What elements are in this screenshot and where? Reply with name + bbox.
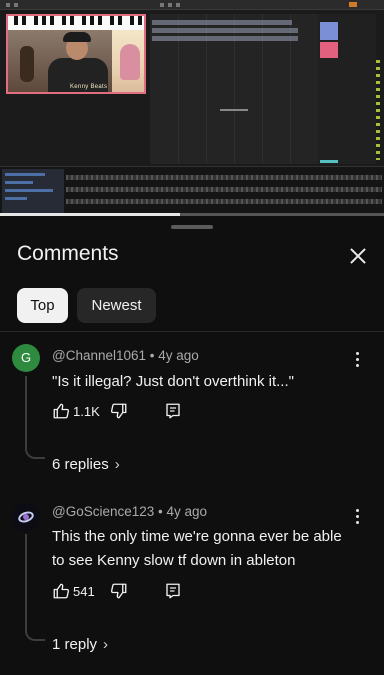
view-replies-link[interactable]: 6 replies › <box>52 456 120 473</box>
drag-handle[interactable] <box>171 225 213 229</box>
like-button[interactable]: 1.1K <box>52 401 102 423</box>
view-replies-link[interactable]: 1 reply › <box>52 636 108 653</box>
like-count: 541 <box>73 584 95 599</box>
reply-icon <box>166 403 180 419</box>
webcam-overlay: Kenny Beats <box>6 14 146 94</box>
daw-arrangement-view <box>150 14 318 164</box>
thumbs-up-icon <box>53 583 70 599</box>
like-button[interactable]: 541 <box>52 581 102 603</box>
reply-button[interactable] <box>164 401 184 423</box>
video-player[interactable]: Kenny Beats <box>0 0 384 216</box>
dislike-button[interactable] <box>110 401 130 423</box>
divider <box>0 331 384 332</box>
more-options-icon[interactable] <box>350 349 366 369</box>
thumbs-down-icon <box>110 583 127 599</box>
comment-meta: @Channel1061 • 4y ago <box>52 348 199 363</box>
space-avatar-icon[interactable] <box>12 503 40 531</box>
chevron-right-icon: › <box>114 456 120 473</box>
tab-newest[interactable]: Newest <box>77 288 156 323</box>
clip-block <box>320 42 338 58</box>
reply-button[interactable] <box>164 581 184 603</box>
comments-sheet: Comments Top Newest G @Channel1061 • 4y … <box>0 216 384 675</box>
like-count: 1.1K <box>73 404 100 419</box>
dislike-button[interactable] <box>110 581 130 603</box>
close-icon[interactable] <box>344 242 372 270</box>
daw-detail-view <box>0 166 384 216</box>
replies-count: 6 replies <box>52 456 109 473</box>
thumbs-down-icon <box>110 403 127 419</box>
sheet-title: Comments <box>17 242 119 265</box>
tab-top[interactable]: Top <box>17 288 68 323</box>
clip-block <box>320 22 338 40</box>
comment-meta: @GoScience123 • 4y ago <box>52 504 208 519</box>
avatar[interactable]: G <box>12 344 40 372</box>
reply-icon <box>166 583 180 599</box>
poster-image <box>112 30 144 92</box>
daw-menu-bar <box>0 0 384 10</box>
comment-text: This the only time we're gonna ever be a… <box>52 528 342 569</box>
webcam-caption: Kenny Beats <box>70 84 108 90</box>
comment-text: "Is it illegal? Just don't overthink it.… <box>52 373 294 390</box>
more-options-icon[interactable] <box>350 506 366 526</box>
chevron-right-icon: › <box>103 636 109 653</box>
replies-count: 1 reply <box>52 636 98 653</box>
thumbs-up-icon <box>53 403 70 419</box>
piano-keys-graphic <box>8 16 144 30</box>
